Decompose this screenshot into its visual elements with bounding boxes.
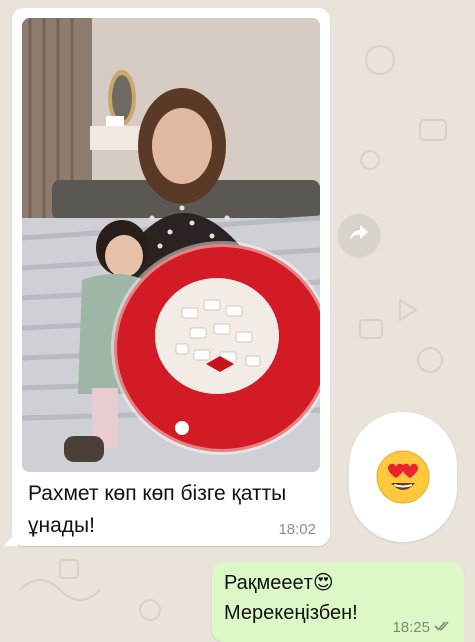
double-check-icon: [434, 619, 452, 636]
incoming-bubble-tail: [4, 530, 18, 546]
incoming-message-time: 18:02: [278, 521, 316, 538]
emoji-reaction-bubble[interactable]: [349, 412, 457, 542]
outgoing-message-meta: 18:25: [392, 619, 452, 636]
forward-button[interactable]: [338, 214, 380, 256]
outgoing-message-bubble[interactable]: Рақмеeeт😍 Мерекеңізбен! 18:25: [212, 562, 464, 642]
shared-photo[interactable]: [22, 18, 320, 472]
incoming-message-text: Рахмет көп көп бізге қатты ұнады!: [28, 482, 287, 537]
heart-eyes-emoji: [376, 450, 430, 504]
forward-arrow-icon: [349, 224, 369, 247]
incoming-message-bubble[interactable]: Рахмет көп көп бізге қатты ұнады! 18:02: [12, 8, 330, 546]
outgoing-message-time: 18:25: [392, 619, 430, 636]
outgoing-line-1: Рақмеeeт😍: [224, 572, 334, 594]
